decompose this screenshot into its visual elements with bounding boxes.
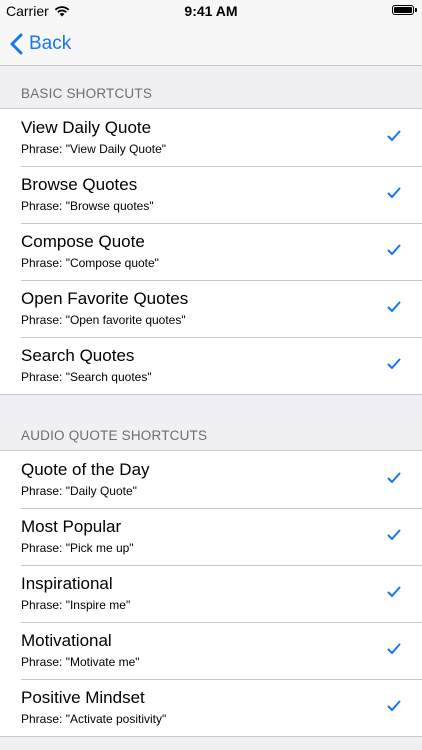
- chevron-left-icon: [10, 33, 23, 55]
- navigation-bar: Back: [0, 22, 422, 66]
- audio-quote-shortcuts-list: Quote of the Day Phrase: "Daily Quote" M…: [0, 450, 422, 737]
- shortcut-phrase: Phrase: "Activate positivity": [21, 712, 167, 726]
- shortcut-phrase: Phrase: "View Daily Quote": [21, 142, 167, 156]
- checkmark-icon: [387, 472, 401, 483]
- shortcut-title: Compose Quote: [21, 232, 145, 251]
- checkmark-icon: [387, 130, 401, 141]
- shortcut-phrase: Phrase: "Compose quote": [21, 256, 159, 270]
- shortcut-title: Open Favorite Quotes: [21, 289, 189, 308]
- shortcut-phrase: Phrase: "Inspire me": [21, 598, 131, 612]
- shortcut-phrase: Phrase: "Daily Quote": [21, 484, 137, 498]
- shortcut-row-inspirational[interactable]: Inspirational Phrase: "Inspire me": [0, 565, 422, 622]
- checkmark-icon: [387, 244, 401, 255]
- shortcut-title: Search Quotes: [21, 346, 135, 365]
- basic-shortcuts-list: View Daily Quote Phrase: "View Daily Quo…: [0, 108, 422, 395]
- shortcut-title: Positive Mindset: [21, 688, 145, 707]
- shortcut-row-most-popular[interactable]: Most Popular Phrase: "Pick me up": [0, 508, 422, 565]
- shortcut-row-motivational[interactable]: Motivational Phrase: "Motivate me": [0, 622, 422, 679]
- shortcut-title: Motivational: [21, 631, 112, 650]
- section-header-basic-shortcuts: BASIC SHORTCUTS: [21, 86, 153, 101]
- shortcut-phrase: Phrase: "Search quotes": [21, 370, 152, 384]
- shortcut-row-quote-of-the-day[interactable]: Quote of the Day Phrase: "Daily Quote": [0, 451, 422, 508]
- shortcut-row-compose-quote[interactable]: Compose Quote Phrase: "Compose quote": [0, 223, 422, 280]
- shortcut-title: Inspirational: [21, 574, 113, 593]
- checkmark-icon: [387, 187, 401, 198]
- shortcut-row-search-quotes[interactable]: Search Quotes Phrase: "Search quotes": [0, 337, 422, 394]
- shortcut-title: Quote of the Day: [21, 460, 150, 479]
- shortcut-phrase: Phrase: "Pick me up": [21, 541, 134, 555]
- shortcut-phrase: Phrase: "Motivate me": [21, 655, 140, 669]
- shortcut-row-positive-mindset[interactable]: Positive Mindset Phrase: "Activate posit…: [0, 679, 422, 736]
- shortcut-phrase: Phrase: "Open favorite quotes": [21, 313, 186, 327]
- back-button[interactable]: Back: [10, 30, 71, 58]
- shortcut-title: Browse Quotes: [21, 175, 138, 194]
- shortcut-phrase: Phrase: "Browse quotes": [21, 199, 154, 213]
- shortcut-row-view-daily-quote[interactable]: View Daily Quote Phrase: "View Daily Quo…: [0, 109, 422, 166]
- status-time: 9:41 AM: [184, 3, 238, 19]
- checkmark-icon: [387, 586, 401, 597]
- status-bar: Carrier 9:41 AM: [0, 0, 422, 22]
- shortcut-row-open-favorite-quotes[interactable]: Open Favorite Quotes Phrase: "Open favor…: [0, 280, 422, 337]
- section-header-audio-quote-shortcuts: AUDIO QUOTE SHORTCUTS: [21, 428, 208, 443]
- shortcut-title: View Daily Quote: [21, 118, 152, 137]
- back-label: Back: [29, 33, 72, 54]
- checkmark-icon: [387, 301, 401, 312]
- battery-icon: [392, 5, 417, 15]
- shortcut-row-browse-quotes[interactable]: Browse Quotes Phrase: "Browse quotes": [0, 166, 422, 223]
- checkmark-icon: [387, 529, 401, 540]
- shortcut-title: Most Popular: [21, 517, 122, 536]
- checkmark-icon: [387, 643, 401, 654]
- checkmark-icon: [387, 700, 401, 711]
- checkmark-icon: [387, 358, 401, 369]
